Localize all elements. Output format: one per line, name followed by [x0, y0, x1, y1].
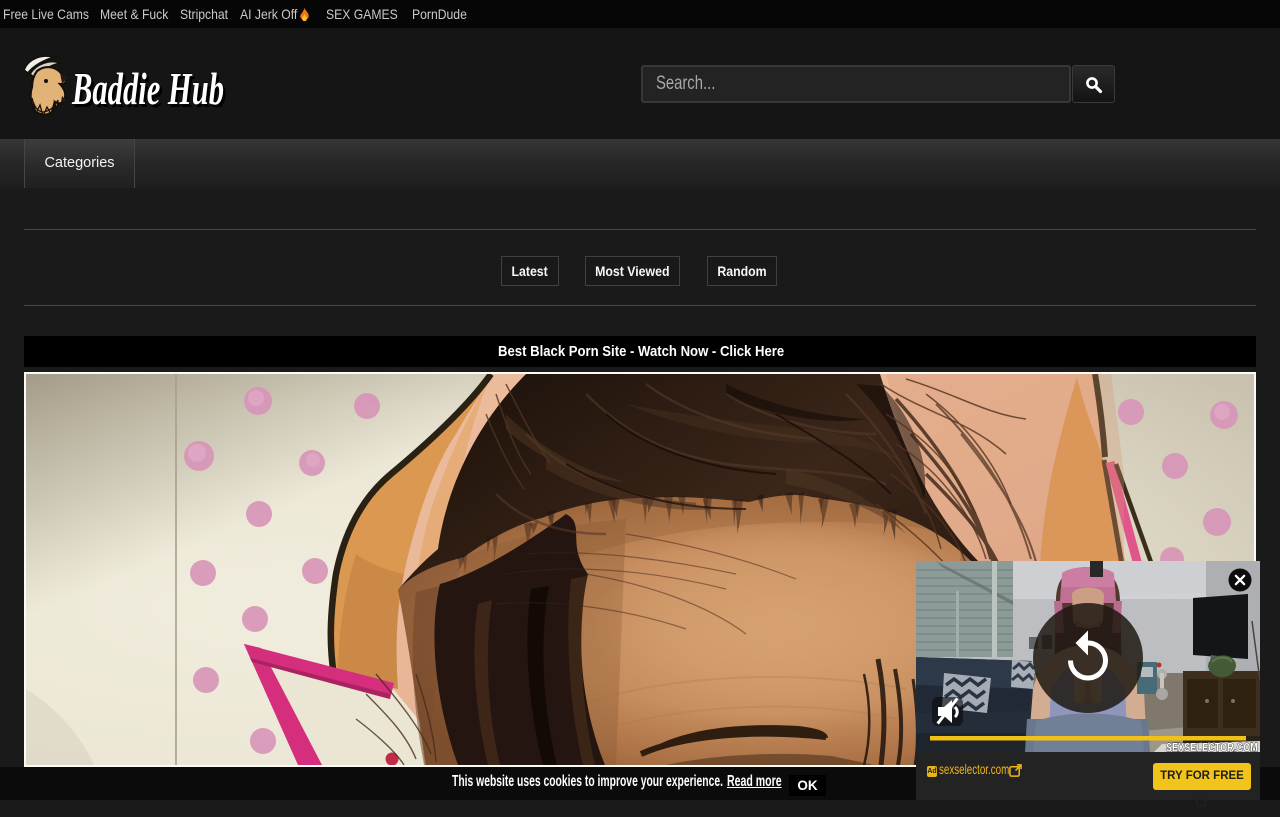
svg-text:SEXSELECTOR.COM: SEXSELECTOR.COM: [1166, 743, 1258, 753]
svg-text:Baddie Hub: Baddie Hub: [71, 63, 224, 114]
